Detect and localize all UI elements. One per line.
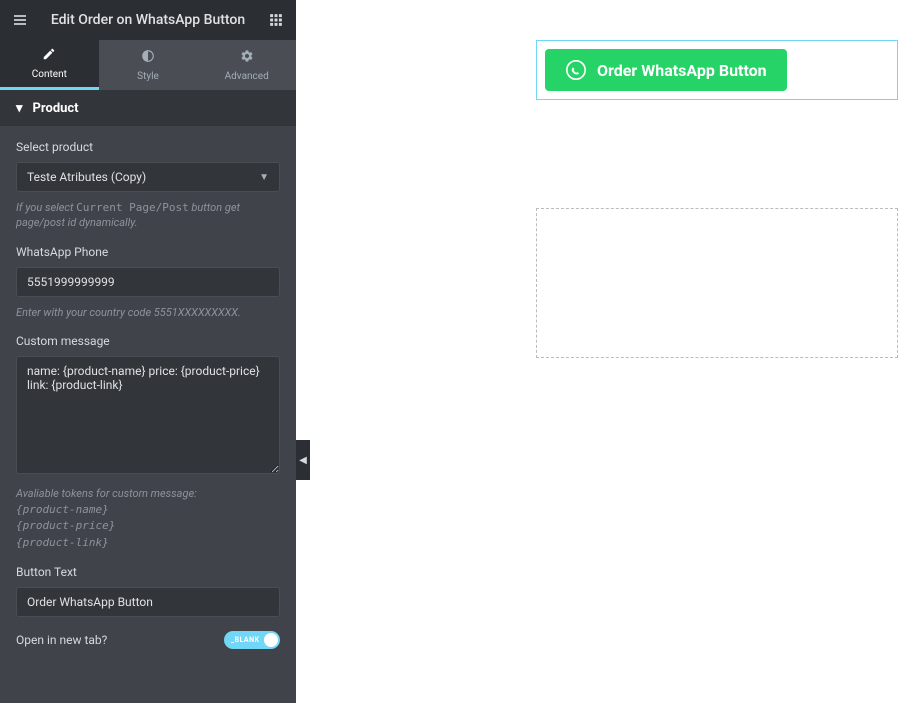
preview-canvas: Order WhatsApp Button bbox=[296, 0, 898, 703]
select-product-label: Select product bbox=[16, 140, 280, 154]
toggle-knob bbox=[264, 633, 278, 647]
button-text-label: Button Text bbox=[16, 565, 280, 579]
tokens-hint: Avaliable tokens for custom message: {pr… bbox=[16, 486, 280, 551]
message-label: Custom message bbox=[16, 334, 280, 348]
tab-style[interactable]: Style bbox=[99, 40, 198, 90]
gear-icon bbox=[240, 49, 254, 67]
menu-icon[interactable] bbox=[8, 8, 32, 32]
whatsapp-icon bbox=[565, 59, 587, 81]
tab-content-label: Content bbox=[32, 69, 67, 80]
select-product-hint: If you select Current Page/Post button g… bbox=[16, 200, 280, 231]
editor-sidebar: Edit Order on WhatsApp Button Content St… bbox=[0, 0, 296, 703]
whatsapp-button[interactable]: Order WhatsApp Button bbox=[545, 49, 787, 91]
section-body: Select product Teste Atributes (Copy) ▼ … bbox=[0, 126, 296, 703]
button-text-input[interactable] bbox=[16, 587, 280, 617]
chevron-down-icon: ▼ bbox=[259, 172, 269, 183]
section-header-product[interactable]: ▾ Product bbox=[0, 90, 296, 126]
field-button-text: Button Text bbox=[16, 565, 280, 617]
open-new-tab-toggle[interactable]: _BLANK bbox=[224, 631, 280, 649]
collapse-sidebar-handle[interactable]: ◀ bbox=[296, 440, 310, 480]
message-textarea[interactable]: name: {product-name} price: {product-pri… bbox=[16, 356, 280, 474]
tab-content[interactable]: Content bbox=[0, 40, 99, 90]
field-select-product: Select product Teste Atributes (Copy) ▼ … bbox=[16, 140, 280, 231]
chevron-left-icon: ◀ bbox=[299, 455, 307, 466]
field-phone: WhatsApp Phone Enter with your country c… bbox=[16, 245, 280, 320]
panel-header: Edit Order on WhatsApp Button bbox=[0, 0, 296, 40]
apps-icon[interactable] bbox=[264, 8, 288, 32]
field-open-new-tab: Open in new tab? _BLANK bbox=[16, 631, 280, 649]
field-message: Custom message name: {product-name} pric… bbox=[16, 334, 280, 551]
tab-advanced-label: Advanced bbox=[225, 71, 269, 82]
phone-label: WhatsApp Phone bbox=[16, 245, 280, 259]
section-title: Product bbox=[33, 101, 79, 116]
caret-down-icon: ▾ bbox=[16, 101, 23, 116]
open-new-tab-label: Open in new tab? bbox=[16, 633, 107, 647]
whatsapp-button-label: Order WhatsApp Button bbox=[597, 61, 767, 80]
selected-widget-frame[interactable]: Order WhatsApp Button bbox=[536, 40, 898, 100]
empty-widget-placeholder[interactable] bbox=[536, 208, 898, 358]
select-product-dropdown[interactable]: Teste Atributes (Copy) ▼ bbox=[16, 162, 280, 192]
tab-style-label: Style bbox=[137, 71, 159, 82]
select-product-value: Teste Atributes (Copy) bbox=[27, 170, 146, 184]
phone-hint: Enter with your country code 5551XXXXXXX… bbox=[16, 305, 280, 320]
phone-input[interactable] bbox=[16, 267, 280, 297]
tab-advanced[interactable]: Advanced bbox=[197, 40, 296, 90]
pencil-icon bbox=[42, 47, 56, 65]
editor-tabs: Content Style Advanced bbox=[0, 40, 296, 90]
contrast-icon bbox=[141, 49, 155, 67]
panel-title: Edit Order on WhatsApp Button bbox=[40, 12, 256, 28]
